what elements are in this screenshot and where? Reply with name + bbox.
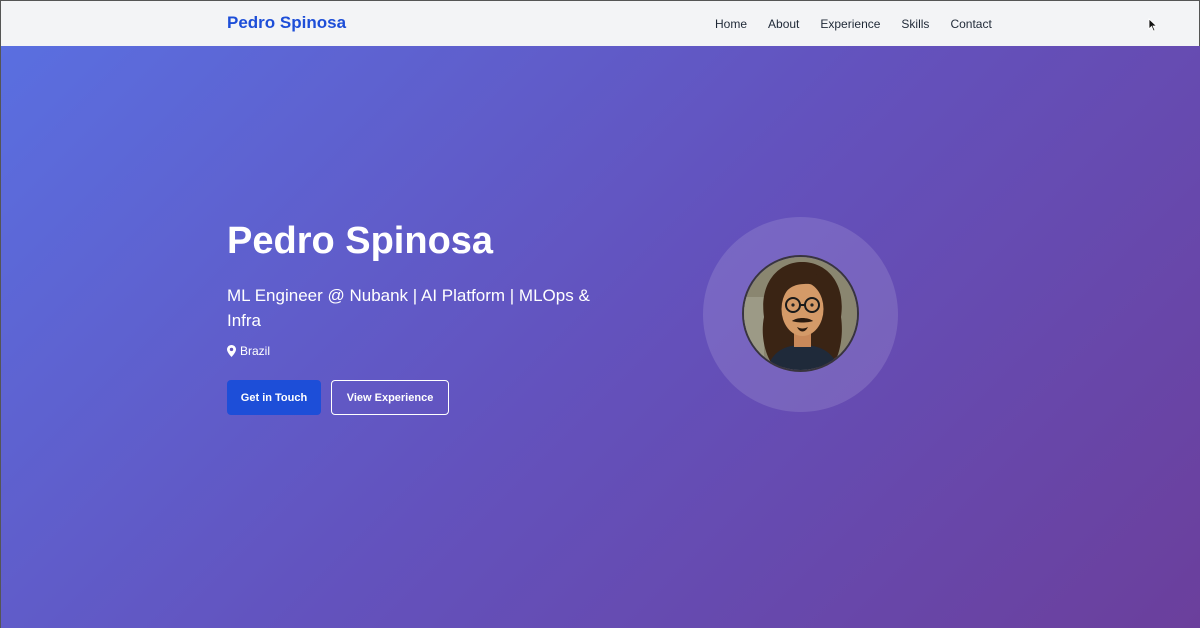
hero-section: Pedro Spinosa ML Engineer @ Nubank | AI … [0, 46, 1200, 628]
nav-link-skills[interactable]: Skills [901, 17, 929, 31]
nav-link-about[interactable]: About [768, 17, 799, 31]
nav-link-contact[interactable]: Contact [950, 17, 991, 31]
nav-links: Home About Experience Skills Contact [715, 17, 992, 31]
avatar [742, 255, 859, 372]
view-experience-button[interactable]: View Experience [331, 380, 449, 415]
nav-link-experience[interactable]: Experience [820, 17, 880, 31]
location: Brazil [227, 344, 270, 358]
brand-logo[interactable]: Pedro Spinosa [227, 13, 346, 33]
avatar-illustration [744, 257, 857, 370]
nav-link-home[interactable]: Home [715, 17, 747, 31]
mouse-pointer-icon [1148, 18, 1158, 32]
navbar: Pedro Spinosa Home About Experience Skil… [0, 0, 1200, 46]
location-text: Brazil [240, 344, 271, 358]
get-in-touch-button[interactable]: Get in Touch [227, 380, 321, 415]
map-pin-icon [227, 345, 236, 357]
hero-subtitle: ML Engineer @ Nubank | AI Platform | MLO… [227, 286, 590, 330]
hero-title: Pedro Spinosa [227, 220, 494, 262]
